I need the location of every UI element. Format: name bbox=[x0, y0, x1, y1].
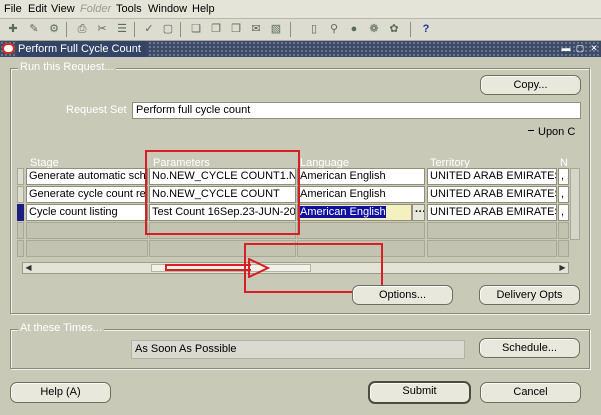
menu-window[interactable]: Window bbox=[148, 3, 187, 15]
clear-record-icon[interactable]: ❒ bbox=[228, 22, 244, 37]
toolbar: ✚ ✎ ⚙ ⎙ ✂ ☰ ✓ ▢ ❏ ❐ ❒ ✉ ▧ ▯ ⚲ ● ❁ ✿ ? bbox=[0, 19, 601, 41]
toolbar-separator bbox=[410, 22, 411, 37]
record-icon[interactable]: ● bbox=[346, 22, 362, 37]
maximize-icon[interactable]: ▢ bbox=[574, 43, 586, 55]
schedule-legend: At these Times... bbox=[18, 322, 104, 334]
navigator-icon[interactable]: ☰ bbox=[114, 22, 130, 37]
empty-cell[interactable] bbox=[26, 222, 148, 239]
stage-cell[interactable]: Generate automatic schedule bbox=[26, 168, 148, 185]
vertical-scrollbar[interactable] bbox=[570, 168, 580, 240]
row-indicator[interactable] bbox=[17, 222, 24, 239]
empty-cell[interactable] bbox=[297, 222, 425, 239]
menu-help[interactable]: Help bbox=[192, 3, 215, 15]
stage-cell[interactable]: Cycle count listing bbox=[26, 204, 148, 221]
red-arrow-shaft bbox=[165, 264, 251, 271]
empty-cell[interactable] bbox=[558, 222, 569, 239]
window-title-bar: Perform Full Cycle Count ▬ ▢ ✕ bbox=[0, 41, 601, 57]
row-indicator[interactable] bbox=[17, 240, 24, 257]
help-icon[interactable]: ? bbox=[418, 22, 434, 37]
stage-cell[interactable]: Generate cycle count requests bbox=[26, 186, 148, 203]
toolbar-separator bbox=[290, 22, 291, 37]
window-title: Perform Full Cycle Count bbox=[17, 41, 147, 57]
menu-folder[interactable]: Folder bbox=[80, 3, 111, 15]
save-icon[interactable]: ⚙ bbox=[46, 22, 62, 37]
upon-completion-label: Upon C bbox=[538, 126, 576, 138]
toolbar-separator bbox=[134, 22, 135, 37]
find-icon[interactable]: ⚲ bbox=[326, 22, 342, 37]
delivery-opts-button[interactable]: Delivery Opts bbox=[479, 285, 580, 305]
n-cell[interactable]: , bbox=[558, 204, 569, 221]
edit-field-icon[interactable]: ▧ bbox=[268, 22, 284, 37]
toolbar-separator bbox=[180, 22, 181, 37]
empty-cell[interactable] bbox=[427, 222, 557, 239]
schedule-button[interactable]: Schedule... bbox=[479, 338, 580, 358]
red-arrow-head bbox=[248, 258, 270, 278]
oracle-logo-icon bbox=[2, 43, 15, 54]
parameters-highlight-box bbox=[145, 150, 300, 235]
n-cell[interactable]: , bbox=[558, 168, 569, 185]
help-button[interactable]: Help (A) bbox=[10, 382, 111, 403]
scroll-left-icon[interactable]: ◀ bbox=[23, 263, 34, 273]
translations-icon[interactable]: ▢ bbox=[160, 22, 176, 37]
delete-record-icon[interactable]: ✉ bbox=[248, 22, 264, 37]
close-icon[interactable]: ✕ bbox=[588, 43, 600, 55]
row-indicator[interactable] bbox=[17, 168, 24, 185]
close-form-icon[interactable]: ✂ bbox=[94, 22, 110, 37]
territory-cell[interactable]: UNITED ARAB EMIRATES bbox=[427, 168, 557, 185]
request-set-field[interactable]: Perform full cycle count bbox=[132, 102, 581, 119]
minimize-icon[interactable]: ▬ bbox=[560, 43, 572, 55]
upon-dash bbox=[528, 130, 534, 131]
language-cell[interactable]: American English bbox=[297, 168, 425, 185]
paperclip-icon[interactable]: ❁ bbox=[366, 22, 382, 37]
n-cell[interactable]: , bbox=[558, 186, 569, 203]
folder-tools-icon[interactable]: ❐ bbox=[208, 22, 224, 37]
list-of-values-button[interactable]: ··· bbox=[412, 204, 425, 221]
language-cell[interactable]: American English bbox=[297, 186, 425, 203]
zoom-icon[interactable]: ✓ bbox=[141, 22, 157, 37]
menu-tools[interactable]: Tools bbox=[116, 3, 142, 15]
territory-cell[interactable]: UNITED ARAB EMIRATES bbox=[427, 186, 557, 203]
empty-cell[interactable] bbox=[558, 240, 569, 257]
submit-button[interactable]: Submit bbox=[368, 381, 471, 404]
empty-cell[interactable] bbox=[26, 240, 148, 257]
copy-button[interactable]: Copy... bbox=[480, 75, 581, 95]
schedule-value-field: As Soon As Possible bbox=[131, 340, 465, 359]
empty-cell[interactable] bbox=[427, 240, 557, 257]
open-icon[interactable]: ✎ bbox=[26, 22, 42, 37]
attachments-icon[interactable]: ❏ bbox=[188, 22, 204, 37]
run-request-legend: Run this Request... bbox=[18, 61, 116, 73]
settings-icon[interactable]: ✿ bbox=[386, 22, 402, 37]
new-record-icon[interactable]: ✚ bbox=[5, 22, 21, 37]
menu-edit[interactable]: Edit bbox=[28, 3, 47, 15]
scroll-right-icon[interactable]: ▶ bbox=[557, 263, 568, 273]
language-selected-text: American English bbox=[300, 206, 386, 218]
row-indicator-current[interactable] bbox=[17, 204, 24, 221]
row-indicator[interactable] bbox=[17, 186, 24, 203]
cancel-button[interactable]: Cancel bbox=[480, 382, 581, 403]
toolbar-separator bbox=[66, 22, 67, 37]
language-cell-active[interactable]: American English bbox=[297, 204, 412, 221]
print-icon[interactable]: ⎙ bbox=[74, 22, 90, 37]
folder-icon[interactable]: ▯ bbox=[306, 22, 322, 37]
menu-bar: File Edit View Folder Tools Window Help bbox=[0, 0, 601, 19]
options-button[interactable]: Options... bbox=[352, 285, 453, 305]
menu-file[interactable]: File bbox=[4, 3, 22, 15]
territory-cell[interactable]: UNITED ARAB EMIRATES bbox=[427, 204, 557, 221]
menu-view[interactable]: View bbox=[51, 3, 75, 15]
request-set-label: Request Set bbox=[66, 104, 127, 116]
